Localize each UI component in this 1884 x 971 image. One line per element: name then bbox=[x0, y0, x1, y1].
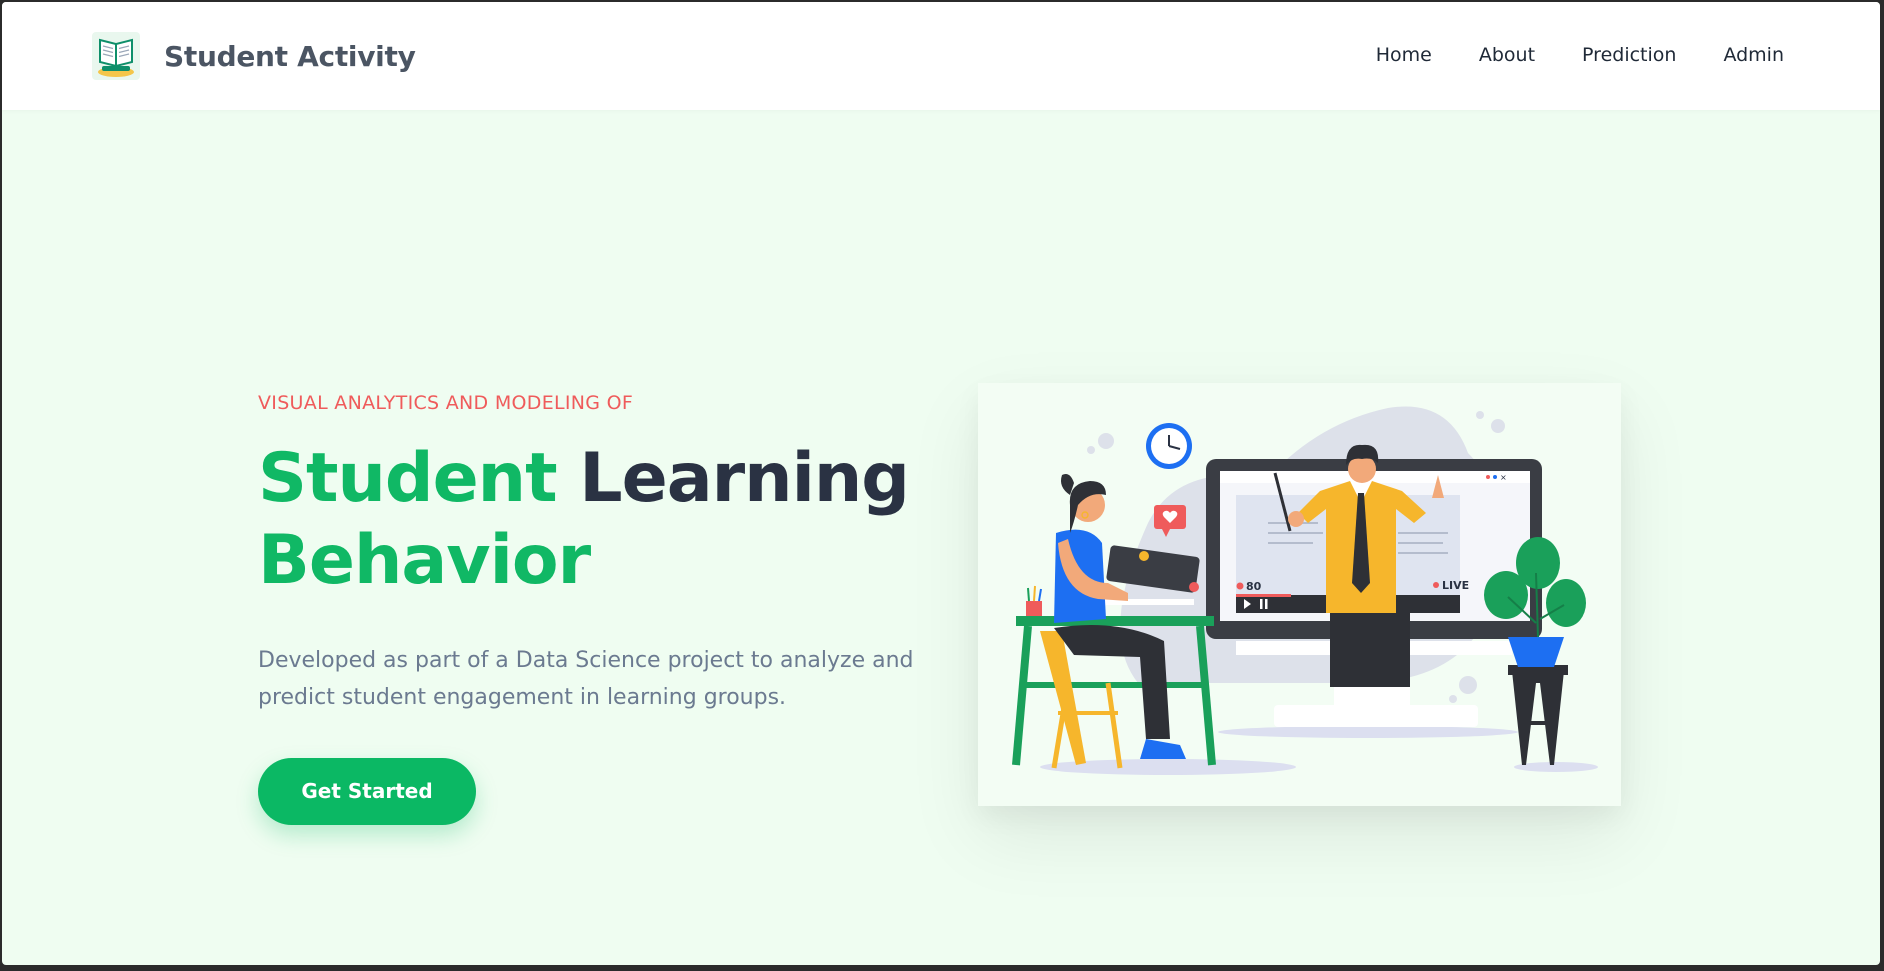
online-teaching-illustration: × 80 LIVE bbox=[1012, 406, 1598, 775]
nav-link-home[interactable]: Home bbox=[1376, 44, 1432, 66]
nav-link-prediction[interactable]: Prediction bbox=[1582, 44, 1676, 66]
hero-text: VISUAL ANALYTICS AND MODELING OF Student… bbox=[258, 392, 958, 825]
get-started-button[interactable]: Get Started bbox=[258, 758, 476, 825]
nav-link-about[interactable]: About bbox=[1479, 44, 1535, 66]
navbar: Student Activity Home About Prediction A… bbox=[2, 2, 1880, 110]
hero-title-word-behavior: Behavior bbox=[258, 521, 591, 600]
brand-name: Student Activity bbox=[164, 39, 416, 73]
viewer-count: 80 bbox=[1246, 580, 1262, 593]
hero-description: Developed as part of a Data Science proj… bbox=[258, 648, 914, 710]
browser-viewport: Student Activity Home About Prediction A… bbox=[0, 0, 1882, 967]
hero-eyebrow: VISUAL ANALYTICS AND MODELING OF bbox=[258, 392, 634, 414]
hero-illustration: × 80 LIVE bbox=[978, 383, 1621, 806]
brand[interactable]: Student Activity bbox=[92, 32, 416, 80]
nav-link-admin[interactable]: Admin bbox=[1723, 44, 1784, 66]
nav-menu: Home About Prediction Admin bbox=[1329, 44, 1784, 66]
hero-title-word-student: Student bbox=[258, 439, 558, 518]
open-book-icon bbox=[92, 32, 140, 80]
hero-title: Student Learning Behavior bbox=[258, 438, 958, 602]
clock-icon bbox=[1146, 423, 1192, 469]
live-badge: LIVE bbox=[1442, 579, 1469, 592]
svg-text:×: × bbox=[1500, 473, 1507, 482]
hero-title-word-learning: Learning bbox=[579, 439, 910, 518]
